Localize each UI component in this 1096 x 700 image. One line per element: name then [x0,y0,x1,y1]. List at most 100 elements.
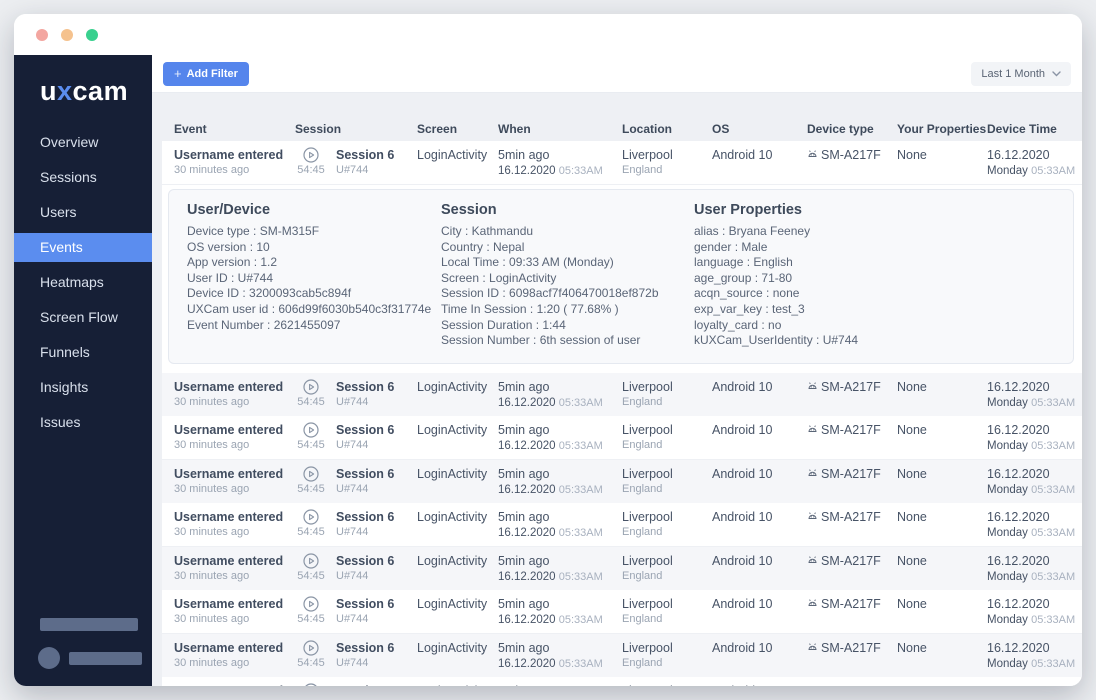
os-cell: Android 10 [700,596,795,628]
sidebar-item-overview[interactable]: Overview [14,125,152,160]
device-time-cell: 16.12.2020 Monday 05:33AM [975,596,1082,628]
event-table-row[interactable]: Username entered 30 minutes ago 54:45 Se… [162,634,1082,677]
date-range-dropdown[interactable]: Last 1 Month [971,62,1071,86]
android-icon [807,511,818,522]
your-properties-cell: None [885,683,975,686]
detail-line: Screen : LoginActivity [441,271,694,287]
screen-cell: LoginActivity [405,422,490,454]
device-model: SM-A217F [821,147,881,163]
screen-name: LoginActivity [417,640,490,656]
when-datetime: 16.12.2020 05:33AM [498,395,610,411]
when-ago: 5min ago [498,596,610,612]
main-area: + Add Filter Last 1 Month EventSessionSc… [152,55,1082,686]
sidebar-item-funnels[interactable]: Funnels [14,335,152,370]
device-type-cell: SM-A217F [795,147,885,179]
your-properties-value: None [897,422,975,438]
table-header: EventSessionScreenWhenLocationOSDevice t… [162,117,1082,141]
add-filter-label: Add Filter [187,68,238,80]
sidebar-item-insights[interactable]: Insights [14,370,152,405]
play-session-icon[interactable] [303,640,319,656]
event-table-row[interactable]: Username entered 30 minutes ago 54:45 Se… [162,590,1082,634]
device-type-cell: SM-A217F [795,640,885,672]
column-header-os: OS [700,122,795,136]
play-session-icon[interactable] [303,683,319,686]
session-info: Session 6 U#744 [336,596,394,628]
event-cell: Username entered 30 minutes ago [162,422,295,454]
os-cell: Android 10 [700,683,795,686]
event-table-row[interactable]: Username entered 30 minutes ago 54:45 Se… [162,373,1082,416]
sidebar-item-users[interactable]: Users [14,195,152,230]
play-session-icon[interactable] [303,147,319,163]
device-date: 16.12.2020 [987,596,1082,612]
device-time: 05:33AM [1031,571,1075,583]
android-icon [807,381,818,392]
detail-line: age_group : 71-80 [694,271,1073,287]
play-session-icon[interactable] [303,379,319,395]
os-version: Android 10 [712,553,795,569]
your-properties-value: None [897,640,975,656]
location-city: Liverpool [622,596,700,612]
android-icon [807,424,818,435]
event-table-row[interactable]: Username entered 30 minutes ago 54:45 Se… [162,547,1082,590]
screen-cell: LoginActivity [405,509,490,541]
your-properties-cell: None [885,147,975,179]
device-day-time: Monday 05:33AM [987,656,1082,672]
os-cell: Android 10 [700,509,795,541]
event-table-row[interactable]: Username entered 30 minutes ago 54:45 Se… [162,460,1082,503]
os-version: Android 10 [712,596,795,612]
when-date: 16.12.2020 [498,484,556,496]
sidebar-item-screen-flow[interactable]: Screen Flow [14,300,152,335]
event-table-row[interactable]: Username entered 30 minutes ago 54:45 Se… [162,503,1082,547]
sidebar-item-issues[interactable]: Issues [14,405,152,440]
android-icon [807,555,818,566]
device-date: 16.12.2020 [987,683,1082,686]
play-session-icon[interactable] [303,509,319,525]
device-date: 16.12.2020 [987,509,1082,525]
device-day-time: Monday 05:33AM [987,438,1082,454]
window-minimize-button[interactable] [61,29,73,41]
when-ago: 5min ago [498,466,610,482]
column-header-location: Location [610,122,700,136]
event-table-row[interactable]: Username entered 30 minutes ago 54:45 Se… [162,677,1082,686]
your-properties-cell: None [885,379,975,411]
sidebar-item-sessions[interactable]: Sessions [14,160,152,195]
event-table-row[interactable]: Username entered 30 minutes ago 54:45 Se… [162,416,1082,460]
window-maximize-button[interactable] [86,29,98,41]
session-duration: 54:45 [297,438,325,452]
play-session-icon[interactable] [303,596,319,612]
device-date: 16.12.2020 [987,147,1082,163]
location-country: England [622,612,700,626]
play-session-icon[interactable] [303,466,319,482]
session-cell: 54:45 Session 6 U#744 [295,509,405,541]
session-user-id: U#744 [336,163,394,177]
add-filter-button[interactable]: + Add Filter [163,62,249,86]
column-header-when: When [490,122,610,136]
detail-line: loyalty_card : no [694,318,1073,334]
window-close-button[interactable] [36,29,48,41]
when-cell: 5min ago 16.12.2020 05:33AM [490,509,610,541]
sidebar-item-events[interactable]: Events [14,233,152,262]
location-country: England [622,569,700,583]
device-time: 05:33AM [1031,614,1075,626]
when-cell: 5min ago 16.12.2020 05:33AM [490,466,610,498]
location-cell: Liverpool England [610,596,700,628]
sidebar-item-heatmaps[interactable]: Heatmaps [14,265,152,300]
session-replay: 54:45 [295,422,327,454]
screen-name: LoginActivity [417,466,490,482]
play-session-icon[interactable] [303,422,319,438]
event-table-row[interactable]: Username entered 30 minutes ago 54:45 Se… [162,141,1082,185]
os-cell: Android 10 [700,640,795,672]
session-replay: 54:45 [295,640,327,672]
os-version: Android 10 [712,422,795,438]
when-date: 16.12.2020 [498,571,556,583]
detail-session-section: Session City : KathmanduCountry : NepalL… [441,202,694,349]
logo-text: u [40,76,57,106]
location-country: England [622,525,700,539]
device-model: SM-A217F [821,596,881,612]
app-body: uxcam OverviewSessionsUsersEventsHeatmap… [14,55,1082,686]
when-cell: 5min ago 16.12.2020 05:33AM [490,147,610,179]
device-model: SM-A217F [821,640,881,656]
when-datetime: 16.12.2020 05:33AM [498,438,610,454]
play-session-icon[interactable] [303,553,319,569]
detail-line: Session ID : 6098acf7f406470018ef872b [441,286,694,302]
